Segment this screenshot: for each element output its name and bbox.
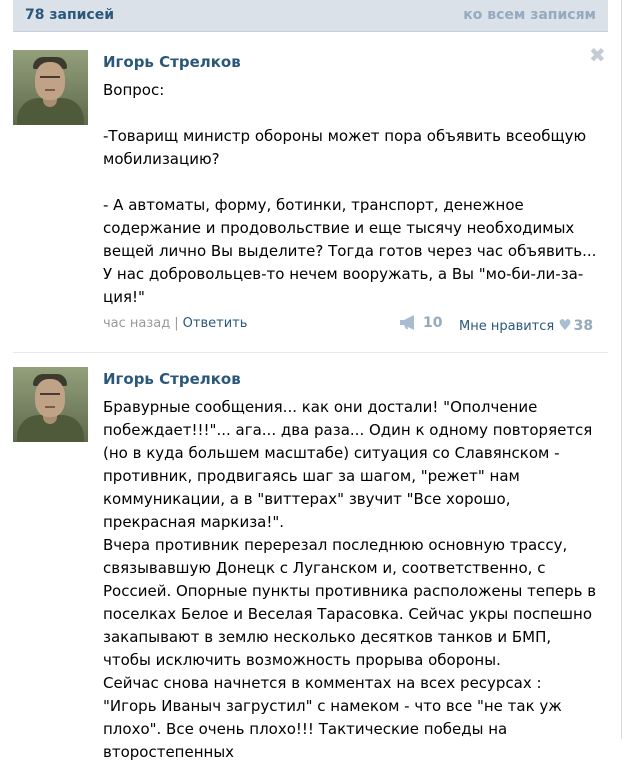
reply-link[interactable]: Ответить — [183, 316, 248, 331]
like-button[interactable]: Мне нравится ♥ 38 — [459, 316, 593, 334]
post-text: Вопрос: -Товарищ министр обороны может п… — [103, 81, 597, 306]
close-icon[interactable]: ✖ — [589, 45, 606, 65]
share-count: 10 — [423, 315, 443, 331]
posts-count: 78 записей — [25, 7, 115, 23]
meta-separator: | — [174, 316, 179, 331]
like-label: Мне нравится — [459, 319, 555, 334]
share-button[interactable]: 10 — [399, 315, 442, 334]
author-avatar[interactable] — [13, 50, 88, 125]
all-posts-link[interactable]: ко всем записям — [463, 7, 596, 23]
author-avatar[interactable] — [13, 367, 88, 442]
post-author-link[interactable]: Игорь Стрелков — [103, 370, 241, 388]
megaphone-icon — [399, 315, 418, 334]
wall-post: Игорь Стрелков ✖ Вопрос: -Товарищ минист… — [13, 44, 608, 353]
like-count: 38 — [573, 318, 594, 334]
column-divider — [621, 0, 622, 739]
post-author-link[interactable]: Игорь Стрелков — [103, 53, 241, 71]
post-text: Бравурные сообщения... как они достали! … — [103, 398, 597, 761]
post-meta: час назад | Ответить — [103, 316, 247, 331]
wall-header: 78 записей ко всем записям — [13, 0, 608, 32]
post-time[interactable]: час назад — [103, 316, 170, 331]
heart-icon: ♥ — [558, 316, 572, 334]
wall-post: Игорь Стрелков Бравурные сообщения... ка… — [13, 361, 608, 761]
